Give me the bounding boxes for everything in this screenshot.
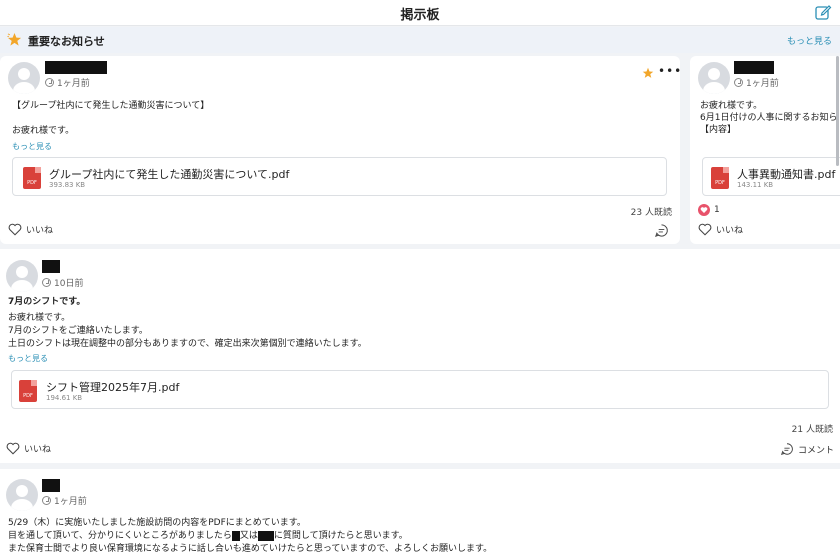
post-time-text: 1ヶ月前 [746, 79, 779, 89]
compose-icon[interactable] [814, 3, 832, 21]
pdf-file-icon: PDF [19, 380, 37, 402]
like-button[interactable]: いいね [6, 442, 51, 455]
post-text-line: お疲れ様です。 [8, 313, 71, 323]
post-text-segment: 又は [239, 531, 258, 541]
post-time: 1ヶ月前 [734, 76, 779, 89]
like-button[interactable]: いいね [698, 223, 743, 236]
like-label: いいね [26, 226, 54, 236]
pdf-file-icon: PDF [23, 167, 41, 189]
post-title: 7月のシフトです。 [8, 297, 86, 307]
star-icon[interactable] [642, 67, 654, 79]
clock-icon [42, 496, 51, 505]
scrollbar[interactable] [836, 56, 839, 166]
clock-icon [42, 278, 51, 287]
avatar [698, 62, 730, 94]
read-count[interactable]: 23 人既読 [631, 205, 672, 218]
post-text-line: 7月のシフトをご連絡いたします。 [8, 326, 148, 336]
avatar [6, 260, 38, 292]
post-card[interactable]: 10日前 7月のシフトです。 お疲れ様です。 7月のシフトをご連絡いたします。 … [0, 249, 840, 463]
pinned-card[interactable]: 1ヶ月前 お疲れ様です。 6月1日付けの人事に関するお知ら 【内容】 PDF 人… [690, 56, 840, 244]
attachment-card[interactable]: PDF シフト管理2025年7月.pdf 194.61 KB [11, 370, 829, 409]
attachment-size: 393.83 KB [49, 181, 86, 189]
post-time: 10日前 [42, 276, 83, 289]
attachment-name: グループ社内にて発生した通勤災害について.pdf [49, 168, 290, 181]
comment-icon [780, 443, 793, 456]
like-button[interactable]: いいね [8, 223, 53, 236]
post-text-line: お疲れ様です。 [12, 126, 75, 136]
attachment-size: 194.61 KB [46, 394, 83, 402]
attachment-name: 人事異動通知書.pdf [737, 168, 836, 181]
comment-icon[interactable] [654, 223, 669, 238]
post-time-text: 1ヶ月前 [57, 79, 90, 89]
attachment-size: 143.11 KB [737, 181, 774, 189]
post-text-line: 目を通して頂いて、分かりにくいところがありましたら 又は に質問して頂けたらと思いま… [8, 530, 408, 543]
heart-icon [698, 223, 712, 236]
star-icon [7, 32, 22, 46]
avatar [8, 62, 40, 94]
post-time-text: 1ヶ月前 [54, 497, 87, 507]
redacted-name [231, 530, 240, 541]
like-label: いいね [24, 445, 52, 455]
post-text-line: 土日のシフトは現在調整中の部分もありますので、確定出来次第個別で連絡いたします。 [8, 339, 367, 349]
comment-label: コメント [798, 445, 835, 456]
top-bar: 掲示板 [0, 0, 840, 26]
read-count[interactable]: 21 人既読 [792, 422, 833, 435]
reaction-count[interactable]: 1 [698, 204, 720, 216]
heart-icon [8, 223, 22, 236]
post-text-segment: 目を通して頂いて、分かりにくいところがありましたら [8, 531, 232, 541]
more-options-icon[interactable]: ••• [658, 64, 680, 78]
clock-icon [734, 78, 743, 87]
important-notices-label: 重要なお知らせ [28, 35, 105, 48]
post-text-segment: に質問して頂けたらと思います。 [273, 531, 408, 541]
comment-button[interactable]: コメント [780, 442, 834, 456]
important-more-link[interactable]: もっと見る [787, 34, 832, 47]
post-text-line: 5/29（木）に実施いたしました施設訪問の内容をPDFにまとめています。 [8, 518, 306, 528]
post-text-line: 【グループ社内にて発生した通勤災害について】 [12, 101, 210, 111]
attachment-card[interactable]: PDF 人事異動通知書.pdf 143.11 KB [702, 157, 840, 196]
redacted-author-name [734, 61, 774, 74]
like-label: いいね [716, 226, 744, 236]
redacted-author-name [42, 260, 60, 273]
read-more-link[interactable]: もっと見る [12, 141, 52, 152]
post-time-text: 10日前 [54, 279, 84, 289]
heart-reaction-icon [698, 204, 710, 216]
pinned-card[interactable]: 1ヶ月前 ••• 【グループ社内にて発生した通勤災害について】 お疲れ様です。 … [0, 56, 680, 244]
post-text-line: 【内容】 [700, 125, 737, 135]
reaction-count-text: 1 [714, 205, 720, 215]
post-card[interactable]: 1ヶ月前 5/29（木）に実施いたしました施設訪問の内容をPDFにまとめています… [0, 469, 840, 559]
attachment-name: シフト管理2025年7月.pdf [46, 381, 180, 394]
post-time: 1ヶ月前 [42, 494, 87, 507]
redacted-author-name [42, 479, 60, 492]
read-more-link[interactable]: もっと見る [8, 353, 48, 364]
important-notices-header: 重要なお知らせ もっと見る [0, 27, 840, 53]
heart-icon [6, 442, 20, 455]
avatar [6, 479, 38, 511]
redacted-name [257, 530, 274, 541]
clock-icon [45, 78, 54, 87]
page-title: 掲示板 [400, 8, 440, 23]
post-time: 1ヶ月前 [45, 76, 90, 89]
post-text-line: また保育士間でより良い保育環境になるように話し合いも進めていけたらと思っています… [8, 544, 493, 554]
redacted-author-name [45, 61, 107, 74]
attachment-card[interactable]: PDF グループ社内にて発生した通勤災害について.pdf 393.83 KB [12, 157, 667, 196]
pdf-file-icon: PDF [711, 167, 729, 189]
